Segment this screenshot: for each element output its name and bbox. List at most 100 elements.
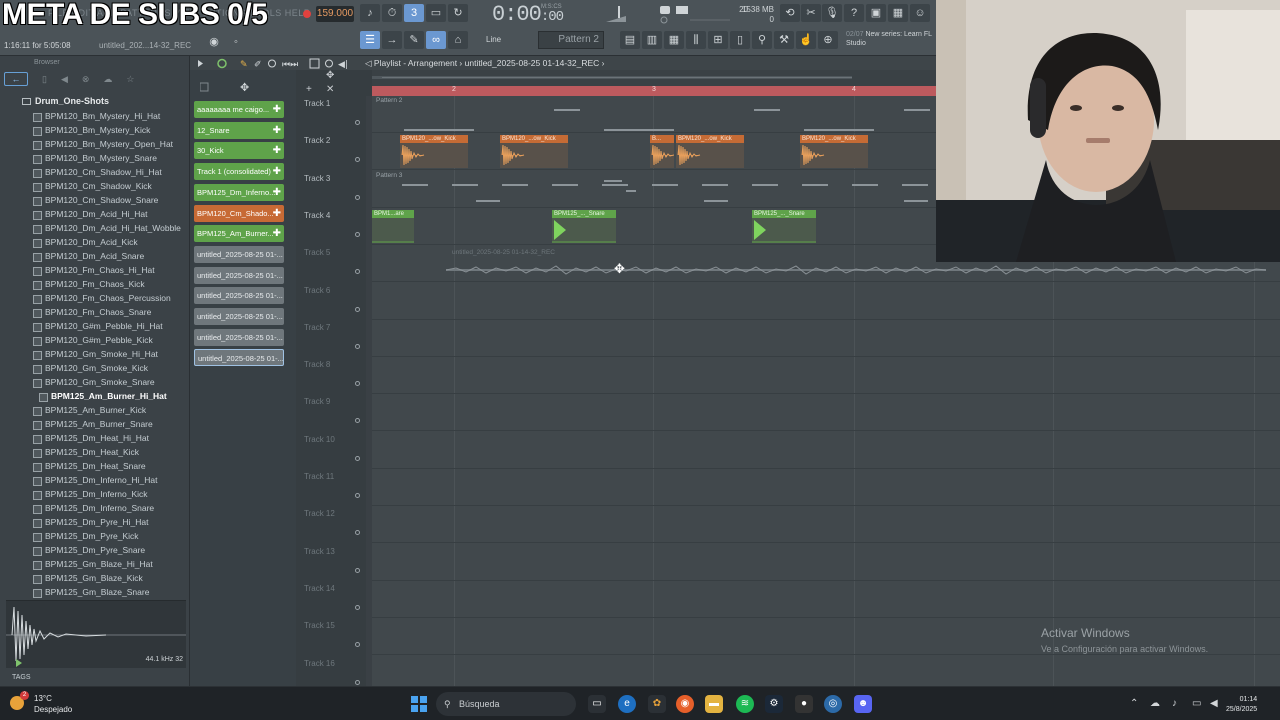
close-icon[interactable]: ✕ bbox=[326, 84, 334, 95]
discord-icon[interactable]: ☻ bbox=[854, 695, 872, 713]
add-clip-icon[interactable]: ✚ bbox=[273, 163, 281, 180]
track-header[interactable]: Track 10 bbox=[296, 432, 366, 469]
channel-rack-icon[interactable]: ▦ bbox=[664, 31, 684, 49]
track-mute-icon[interactable] bbox=[355, 493, 360, 498]
track-lane[interactable] bbox=[372, 469, 1280, 506]
track-mute-icon[interactable] bbox=[355, 343, 360, 349]
add-clip-icon[interactable]: ✚ bbox=[273, 101, 281, 118]
task-view-icon[interactable]: ▭ bbox=[588, 695, 606, 713]
timeline-ruler[interactable]: 2 3 4 bbox=[372, 86, 936, 96]
rec-audio-clip[interactable] bbox=[446, 262, 1266, 278]
track-header[interactable]: Track 8 bbox=[296, 357, 366, 394]
track-header[interactable]: Track 12 bbox=[296, 506, 366, 543]
browser-file-item[interactable]: BPM125_Dm_Heat_Kick bbox=[32, 445, 190, 459]
track-header[interactable]: Track 1 bbox=[296, 96, 366, 133]
taskbar-clock[interactable]: 01:14 25/8/2025 bbox=[1226, 695, 1257, 715]
tempo-display[interactable]: 159.000 bbox=[316, 6, 354, 22]
playlist-overview[interactable] bbox=[372, 70, 936, 86]
browser-file-item[interactable]: BPM120_Gm_Smoke_Kick bbox=[32, 361, 190, 375]
kick-clip[interactable]: B... bbox=[650, 135, 675, 168]
browser-back-icon[interactable]: ← bbox=[4, 72, 28, 86]
news-hint[interactable]: 02/07 New series: Learn FL Studio bbox=[846, 30, 934, 48]
add-clip-icon[interactable]: ✚ bbox=[273, 205, 281, 222]
browser-file-item[interactable]: BPM120_Bm_Mystery_Snare bbox=[32, 151, 190, 165]
browser-file-item[interactable]: BPM125_Gm_Blaze_Hi_Hat bbox=[32, 557, 190, 571]
track-header[interactable]: Track 2 bbox=[296, 133, 366, 170]
add-clip-icon[interactable]: ✚ bbox=[273, 142, 281, 159]
kick-clip[interactable]: BPM120_...ow_Kick bbox=[676, 135, 744, 168]
stamp-icon[interactable]: ⌂ bbox=[448, 31, 468, 49]
kick-clip[interactable]: BPM120_...ow_Kick bbox=[500, 135, 568, 168]
tray-volume-icon[interactable]: ◀ bbox=[1210, 698, 1218, 709]
browser-file-item[interactable]: BPM120_G#m_Pebble_Kick bbox=[32, 333, 190, 347]
firefox-icon[interactable]: ◉ bbox=[676, 695, 694, 713]
playlist-icon[interactable]: ▤ bbox=[620, 31, 640, 49]
track-mute-icon[interactable] bbox=[355, 642, 360, 648]
countdown-icon[interactable]: 3 bbox=[404, 4, 424, 22]
track-mute-icon[interactable] bbox=[355, 306, 360, 312]
track-lane[interactable] bbox=[372, 544, 1280, 581]
cut-icon[interactable]: ✂ bbox=[801, 4, 821, 22]
file-explorer-icon[interactable]: ▬ bbox=[705, 695, 723, 713]
track-header[interactable]: Track 3 bbox=[296, 171, 366, 208]
edge-icon[interactable]: e bbox=[618, 695, 636, 713]
browser-file-item[interactable]: BPM120_Gm_Smoke_Hi_Hat bbox=[32, 347, 190, 361]
knob-icon[interactable]: ◉ bbox=[204, 33, 224, 51]
browser-file-item[interactable]: BPM120_Fm_Chaos_Percussion bbox=[32, 291, 190, 305]
browser-file-item[interactable]: BPM125_Am_Burner_Hi_Hat bbox=[32, 389, 190, 403]
browser-file-item[interactable]: BPM125_Dm_Pyre_Kick bbox=[32, 529, 190, 543]
browser-file-item[interactable]: BPM125_Dm_Heat_Hi_Hat bbox=[32, 431, 190, 445]
track-header[interactable]: Track 11 bbox=[296, 469, 366, 506]
track-mute-icon[interactable] bbox=[355, 120, 360, 125]
kick-clip[interactable]: BPM120_...ow_Kick bbox=[800, 135, 868, 168]
strip-tools-icon[interactable]: ✥ bbox=[200, 80, 280, 94]
track-mute-icon[interactable] bbox=[355, 604, 360, 610]
track-header[interactable]: Track 9 bbox=[296, 394, 366, 431]
record-button[interactable] bbox=[303, 10, 311, 18]
folder-drum-one-shots[interactable]: Drum_One-Shots bbox=[35, 96, 109, 106]
browser-file-item[interactable]: BPM125_Am_Burner_Snare bbox=[32, 417, 190, 431]
metronome-icon[interactable]: ♪ bbox=[360, 4, 380, 22]
source-clip-button[interactable]: BPM125_Am_Burner... ✚ bbox=[194, 225, 284, 243]
browser-file-item[interactable]: BPM120_Cm_Shadow_Kick bbox=[32, 179, 190, 193]
add-track-icon[interactable]: + bbox=[306, 84, 312, 95]
obs-icon[interactable]: ● bbox=[795, 695, 813, 713]
browser-file-item[interactable]: BPM125_Dm_Inferno_Hi_Hat bbox=[32, 473, 190, 487]
spotify-icon[interactable]: ≋ bbox=[736, 695, 754, 713]
track-header[interactable]: Track 4 bbox=[296, 208, 366, 245]
steam-icon[interactable]: ⚙ bbox=[765, 695, 783, 713]
browser-file-item[interactable]: BPM120_Fm_Chaos_Snare bbox=[32, 305, 190, 319]
playlist-tool-icons[interactable]: ✎ ✐ ⏮⏭ ◀| bbox=[198, 58, 366, 69]
track-mute-icon[interactable] bbox=[355, 231, 360, 237]
browser-file-item[interactable]: BPM120_Bm_Mystery_Kick bbox=[32, 123, 190, 137]
browser-cloud-icon[interactable]: ☁ bbox=[103, 74, 112, 85]
browser-file-item[interactable]: BPM125_Gm_Blaze_Snare bbox=[32, 585, 190, 599]
browser-file-item[interactable]: BPM125_Gm_Blaze_Kick bbox=[32, 571, 190, 585]
browser-file-item[interactable]: BPM120_Dm_Acid_Kick bbox=[32, 235, 190, 249]
track-header[interactable]: Track 7 bbox=[296, 320, 366, 357]
track-lane[interactable] bbox=[372, 581, 1280, 618]
undo-icon[interactable]: ⟲ bbox=[780, 4, 800, 22]
browser-file-item[interactable]: BPM120_Cm_Shadow_Hi_Hat bbox=[32, 165, 190, 179]
browser-file-item[interactable]: BPM125_Dm_Pyre_Hi_Hat bbox=[32, 515, 190, 529]
browser-file-item[interactable]: BPM120_Bm_Mystery_Hi_Hat bbox=[32, 109, 190, 123]
pattern-clip-track3[interactable]: Pattern 3 bbox=[374, 172, 934, 208]
track-mute-icon[interactable] bbox=[355, 269, 360, 275]
browser-file-item[interactable]: BPM120_Dm_Acid_Hi_Hat_Wobble bbox=[32, 221, 190, 235]
snare-clip[interactable]: BPM125_..._Snare bbox=[752, 210, 816, 243]
tray-chevron-icon[interactable]: ⌃ bbox=[1130, 698, 1138, 709]
tray-mic-icon[interactable]: ♪ bbox=[1172, 698, 1177, 709]
weather-widget[interactable]: 13°C Despejado bbox=[34, 693, 72, 715]
track-mute-icon[interactable] bbox=[355, 418, 360, 424]
source-clip-button[interactable]: Track 1 (consolidated) ✚ bbox=[194, 163, 284, 181]
browser-file-item[interactable]: BPM120_Dm_Acid_Hi_Hat bbox=[32, 207, 190, 221]
plugin-icon[interactable]: ▦ bbox=[888, 4, 908, 22]
track-lane[interactable] bbox=[372, 432, 1280, 469]
source-clip-button[interactable]: untitled_2025-08-25 01-... bbox=[194, 245, 284, 263]
chrome-icon[interactable]: ◎ bbox=[824, 695, 842, 713]
track-mute-icon[interactable] bbox=[355, 455, 360, 461]
browser-file-item[interactable]: BPM125_Dm_Inferno_Snare bbox=[32, 501, 190, 515]
browser-file-icon[interactable]: ▯ bbox=[42, 74, 47, 85]
tools-icon[interactable]: ⚒ bbox=[774, 31, 794, 49]
touch-icon[interactable]: ☝ bbox=[796, 31, 816, 49]
